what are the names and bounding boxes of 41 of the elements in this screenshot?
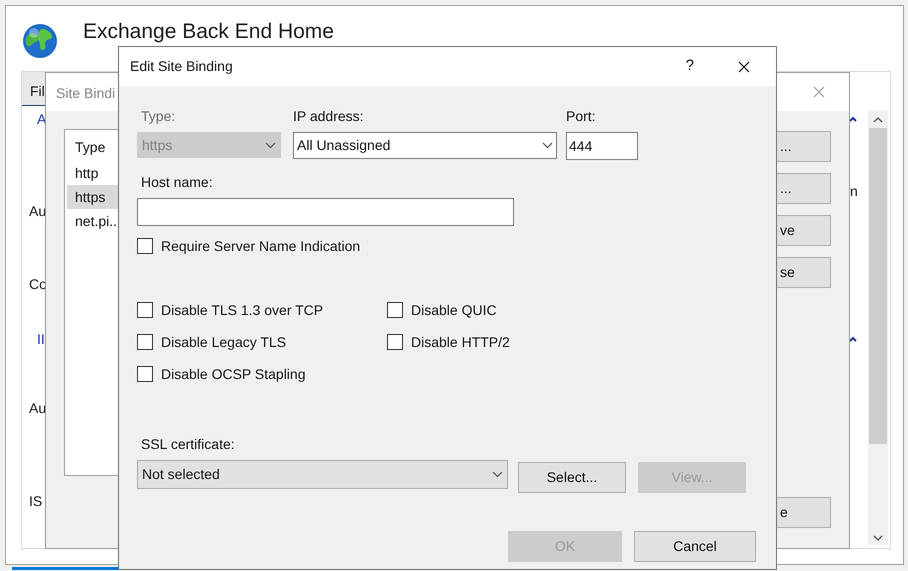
close-icon[interactable] [738,60,750,72]
checkbox-label: Disable Legacy TLS [161,332,286,352]
field-label: Port: [566,107,597,126]
window-title: Exchange Back End Home [83,20,334,44]
field-label: Type: [140,107,176,126]
chevron-down-icon [265,142,276,148]
checkbox-label: Disable OCSP Stapling [161,364,306,384]
section-label: Au [29,202,46,221]
section-label: IS [29,492,42,511]
chevron-down-icon [492,471,503,478]
scroll-up-icon[interactable] [873,117,883,123]
scroll-down-icon[interactable] [873,535,883,541]
globe-icon [22,23,58,59]
checkbox[interactable] [137,334,153,350]
side-text: n [850,182,858,201]
checkbox[interactable] [137,366,153,382]
link[interactable]: II [37,329,45,350]
host-name-field[interactable] [137,198,514,226]
tab-header[interactable]: Fil [22,72,47,106]
column-header: Type [74,138,106,157]
cancel-button[interactable]: Cancel [634,531,756,562]
scrollbar[interactable] [868,110,888,545]
checkbox-label: Disable TLS 1.3 over TCP [161,300,324,320]
scroll-thumb[interactable] [869,128,887,444]
checkbox[interactable] [387,334,403,350]
dialog-title: Edit Site Binding [130,57,233,76]
section-label: Au [29,399,46,418]
button[interactable]: Select... [518,462,626,493]
checkbox[interactable] [137,302,153,318]
dialog-title: Site Bindi [56,84,116,103]
checkbox[interactable] [137,238,153,254]
checkbox-label: Disable QUIC [411,300,497,320]
port-field[interactable]: 444 [566,132,638,160]
field-label: IP address: [293,107,365,126]
checkbox-label: Require Server Name Indication [161,236,360,256]
checkbox-label: Disable HTTP/2 [411,332,510,352]
chevron-down-icon [542,142,553,149]
ip-address-dropdown[interactable]: All Unassigned [293,132,557,159]
checkbox[interactable] [387,302,403,318]
help-button[interactable]: ? [686,55,694,78]
ssl-certificate-dropdown[interactable]: Not selected [137,460,508,489]
